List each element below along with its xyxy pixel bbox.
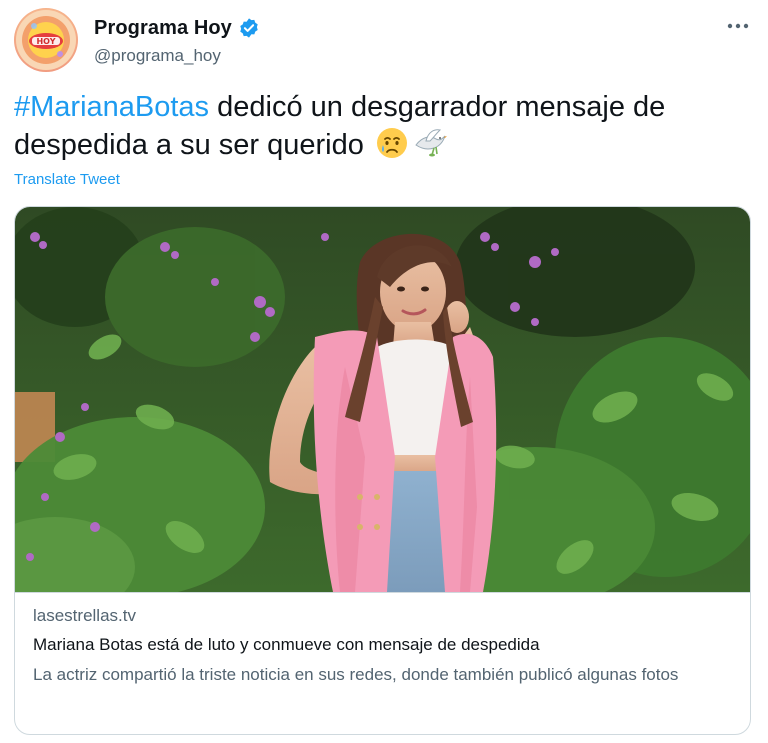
more-options-button[interactable]: [722, 14, 754, 38]
display-name[interactable]: Programa Hoy: [94, 17, 232, 40]
hashtag-link[interactable]: #MarianaBotas: [14, 91, 209, 123]
more-horizontal-icon: [727, 23, 749, 29]
link-preview-card[interactable]: lasestrellas.tv Mariana Botas está de lu…: [14, 206, 751, 735]
display-name-row: Programa Hoy: [94, 16, 260, 40]
dove-emoji-icon: [412, 127, 448, 169]
card-photo-image: [15, 207, 750, 592]
card-meta: lasestrellas.tv Mariana Botas está de lu…: [33, 603, 733, 687]
card-image[interactable]: [15, 207, 750, 593]
svg-text:HOY: HOY: [36, 37, 55, 46]
tweet-text: #MarianaBotas dedicó un desgarrador mens…: [14, 88, 744, 169]
card-description: La actriz compartió la triste noticia en…: [33, 665, 679, 684]
author-handle[interactable]: @programa_hoy: [94, 46, 260, 66]
author-name-block: Programa Hoy @programa_hoy: [94, 16, 260, 66]
hoy-logo-icon: HOY: [16, 10, 76, 70]
card-domain: lasestrellas.tv: [33, 606, 136, 625]
avatar[interactable]: HOY: [14, 8, 78, 72]
crying-face-emoji-icon: [376, 127, 408, 169]
tweet-header: HOY Programa Hoy @programa_hoy: [14, 8, 754, 72]
translate-tweet-link[interactable]: Translate Tweet: [14, 171, 120, 188]
card-title: Mariana Botas está de luto y conmueve co…: [33, 635, 540, 654]
verified-badge-icon: [238, 17, 260, 39]
